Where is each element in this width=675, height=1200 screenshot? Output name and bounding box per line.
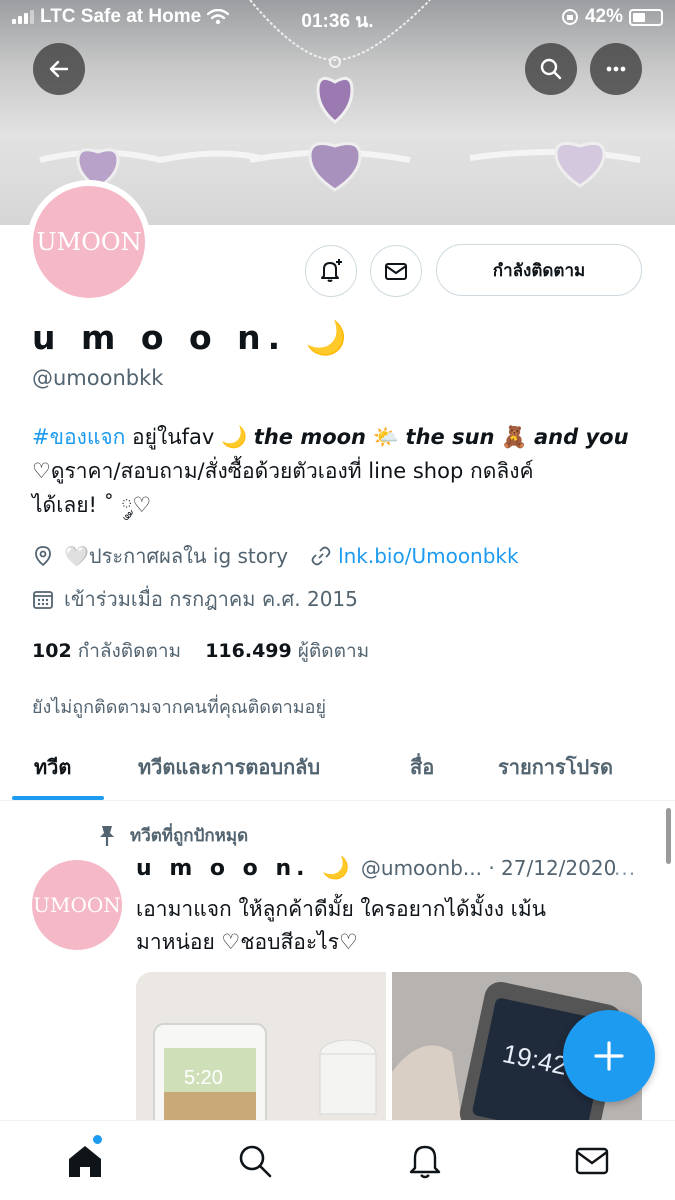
status-bar: LTC Safe at Home 01:36 น. 42% xyxy=(0,0,675,34)
tweet-handle-date: @umoonb... · 27/12/2020 xyxy=(360,856,617,880)
location-text: 🤍ประกาศผลใน ig story xyxy=(64,544,289,568)
envelope-icon xyxy=(385,263,407,280)
followers-count-link[interactable]: 116.499 ผู้ติดตาม xyxy=(205,640,369,662)
calendar-icon xyxy=(33,591,53,609)
nav-notifications[interactable] xyxy=(405,1141,445,1181)
more-horizontal-icon xyxy=(606,66,626,72)
profile-tabs: ทวีต ทวีตและการตอบกลับ สื่อ รายการโปรด xyxy=(0,735,675,801)
back-button[interactable] xyxy=(33,43,85,95)
tab-likes[interactable]: รายการโปรด xyxy=(498,751,613,783)
search-icon xyxy=(239,1145,272,1178)
tweet-avatar[interactable]: UMOON xyxy=(32,860,122,950)
envelope-icon xyxy=(575,1147,609,1175)
compose-tweet-button[interactable] xyxy=(563,1010,655,1102)
tweet-author-name[interactable]: u m o o n. 🌙 xyxy=(136,856,355,881)
scrollbar[interactable] xyxy=(666,808,671,864)
home-icon xyxy=(69,1146,101,1177)
username: @umoonbkk xyxy=(32,366,164,390)
tab-media[interactable]: สื่อ xyxy=(410,751,434,783)
bell-plus-icon xyxy=(321,259,342,282)
display-name: u m o o n. 🌙 xyxy=(32,318,354,357)
profile-bio: #ของแจก อยู่ในfav 🌙 the moon 🌤️ the sun … xyxy=(32,425,629,517)
tweet-more-button[interactable]: ··· xyxy=(614,862,636,886)
media-1-clock: 5:20 xyxy=(184,1067,223,1089)
nav-search[interactable] xyxy=(235,1141,275,1181)
more-options-button[interactable] xyxy=(590,43,642,95)
active-tab-indicator xyxy=(12,796,104,800)
battery-percent: 42% xyxy=(584,6,623,27)
battery-icon xyxy=(629,8,663,26)
search-button[interactable] xyxy=(525,43,577,95)
joined-date: เข้าร่วมเมื่อ กรกฎาคม ค.ศ. 2015 xyxy=(64,587,358,611)
nav-messages[interactable] xyxy=(572,1141,612,1181)
website-link[interactable]: lnk.bio/Umoonbkk xyxy=(338,544,519,568)
orientation-lock-icon xyxy=(561,9,578,25)
phone-photo-1: 5:20 xyxy=(136,972,386,1122)
tweet-text: เอามาแจก ให้ลูกค้าดีมั้ย ใครอยากได้มั้งง… xyxy=(136,897,547,954)
link-icon xyxy=(311,546,331,566)
profile-meta-location: 🤍ประกาศผลใน ig story lnk.bio/Umoonbkk xyxy=(32,540,519,572)
nav-home[interactable] xyxy=(65,1135,105,1181)
bio-hashtag[interactable]: #ของแจก xyxy=(32,425,125,449)
tweet-header: u m o o n. 🌙 @umoonb... · 27/12/2020 xyxy=(136,856,616,881)
bell-icon xyxy=(409,1145,441,1179)
plus-icon xyxy=(594,1041,624,1071)
home-notification-dot xyxy=(93,1135,102,1144)
tweet-media-1[interactable]: 5:20 xyxy=(136,972,386,1122)
pin-icon xyxy=(100,825,114,846)
profile-meta-joined: เข้าร่วมเมื่อ กรกฎาคม ค.ศ. 2015 xyxy=(32,583,358,615)
pinned-label: ทวีตที่ถูกปักหมุด xyxy=(96,822,248,849)
profile-avatar[interactable]: UMOON xyxy=(27,180,151,304)
not-followed-note: ยังไม่ถูกติดตามจากคนที่คุณติดตามอยู่ xyxy=(32,697,326,718)
following-count-link[interactable]: 102 กำลังติดตาม xyxy=(32,640,181,662)
bottom-navigation xyxy=(0,1120,675,1200)
notification-subscribe-button[interactable] xyxy=(305,245,357,297)
tab-tweets-and-replies[interactable]: ทวีตและการตอบกลับ xyxy=(138,751,320,783)
tab-tweets[interactable]: ทวีต xyxy=(34,751,71,783)
location-pin-icon xyxy=(35,546,51,567)
following-button[interactable]: กำลังติดตาม xyxy=(436,244,642,296)
message-button[interactable] xyxy=(370,245,422,297)
follow-counts: 102 กำลังติดตาม 116.499 ผู้ติดตาม xyxy=(32,636,369,666)
arrow-left-icon xyxy=(49,60,69,78)
search-icon xyxy=(540,58,562,80)
